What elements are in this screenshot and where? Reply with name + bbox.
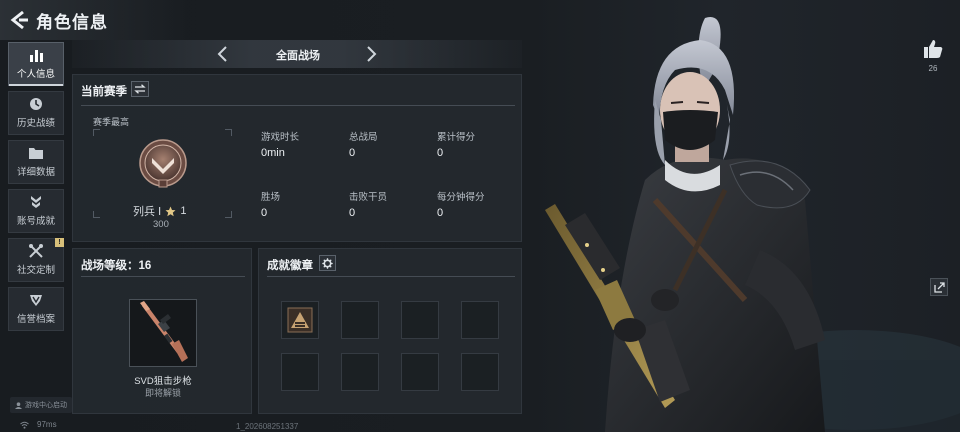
rank-label: 列兵 Ⅰ bbox=[133, 206, 162, 218]
battle-level-title: 战场等级：16 bbox=[81, 260, 152, 272]
stat-label: 累计得分 bbox=[437, 132, 476, 143]
sidebar-item-label: 历史战绩 bbox=[16, 118, 55, 129]
season-switch-button[interactable] bbox=[131, 81, 149, 97]
wifi-icon bbox=[20, 421, 29, 429]
notification-badge: ! bbox=[55, 238, 64, 247]
sidebar-item-detail-data[interactable]: 详细数据 bbox=[8, 140, 64, 184]
character-model[interactable] bbox=[525, 0, 960, 432]
sidebar-item-history[interactable]: 历史战绩 bbox=[8, 91, 64, 135]
ping-value: 97ms bbox=[37, 420, 57, 429]
folder-icon bbox=[29, 148, 43, 159]
share-button[interactable] bbox=[930, 278, 948, 296]
back-arrow-icon[interactable] bbox=[8, 9, 30, 31]
season-panel: 当前赛季 赛季最高 列兵 Ⅰ 1 300 游戏时长 0min 总战局 0 累计得… bbox=[72, 74, 522, 242]
season-best-label: 赛季最高 bbox=[93, 117, 130, 127]
swap-icon bbox=[134, 84, 146, 94]
launcher-tag: 游戏中心启动 bbox=[10, 397, 72, 413]
badge-slot[interactable] bbox=[461, 353, 499, 391]
stat-value: 0min bbox=[261, 147, 285, 159]
build-id: 1_202608251337 bbox=[236, 422, 299, 431]
season-title: 当前赛季 bbox=[81, 86, 127, 98]
frame-corner bbox=[93, 129, 100, 136]
mode-switcher: 全面战场 bbox=[72, 40, 522, 68]
badge-slot[interactable] bbox=[461, 301, 499, 339]
gear-icon bbox=[322, 257, 333, 269]
rank-badge-icon bbox=[287, 307, 313, 333]
chevron-right-icon[interactable] bbox=[362, 44, 380, 64]
mode-name: 全面战场 bbox=[276, 50, 320, 62]
medal-icon bbox=[31, 196, 41, 208]
badge-slot[interactable] bbox=[341, 301, 379, 339]
sidebar-item-label: 账号成就 bbox=[16, 216, 55, 227]
badge-slot[interactable] bbox=[401, 353, 439, 391]
user-icon bbox=[15, 401, 22, 409]
sidebar-item-social-custom[interactable]: 社交定制 ! bbox=[8, 238, 64, 282]
frame-corner bbox=[225, 129, 232, 136]
rank-name: 列兵 Ⅰ 1 bbox=[133, 203, 186, 219]
sidebar-item-personal-info[interactable]: 个人信息 bbox=[8, 42, 64, 86]
badge-slot[interactable] bbox=[281, 353, 319, 391]
battle-level-panel: 战场等级：16 SVD狙击步枪 即将解锁 bbox=[72, 248, 252, 414]
stat-label: 每分钟得分 bbox=[437, 192, 485, 203]
tools-icon bbox=[29, 244, 43, 258]
divider bbox=[81, 276, 245, 277]
achievement-badges-panel: 成就徽章 bbox=[258, 248, 522, 414]
sidebar-item-label: 个人信息 bbox=[16, 69, 55, 80]
share-icon bbox=[933, 281, 945, 293]
stat-label: 击败干员 bbox=[349, 192, 388, 203]
sidebar-item-account-achievements[interactable]: 账号成就 bbox=[8, 189, 64, 233]
weapon-reward-slot[interactable] bbox=[129, 299, 197, 367]
weapon-status: 即将解锁 bbox=[144, 388, 181, 398]
sidebar-item-label: 社交定制 bbox=[16, 265, 55, 276]
stat-label: 总战局 bbox=[349, 132, 378, 143]
stat-value: 0 bbox=[437, 147, 444, 159]
divider bbox=[267, 276, 515, 277]
stat-label: 胜场 bbox=[261, 192, 281, 203]
divider bbox=[81, 105, 515, 106]
sniper-rifle-icon bbox=[140, 301, 188, 362]
stat-value: 0 bbox=[261, 207, 268, 219]
badge-slot[interactable] bbox=[281, 301, 319, 339]
page-title: 角色信息 bbox=[36, 13, 108, 32]
stat-label: 游戏时长 bbox=[261, 132, 300, 143]
like-count: 26 bbox=[928, 64, 938, 73]
launcher-tag-label: 游戏中心启动 bbox=[25, 402, 67, 409]
clock-icon bbox=[30, 98, 42, 110]
shield-icon bbox=[30, 295, 42, 306]
badge-slot[interactable] bbox=[341, 353, 379, 391]
network-status: 97ms bbox=[20, 420, 57, 429]
thumbs-up-icon[interactable] bbox=[922, 38, 944, 60]
sidebar-item-label: 信誉档案 bbox=[16, 314, 55, 325]
bar-chart-icon bbox=[30, 50, 43, 62]
stat-value: 0 bbox=[349, 207, 356, 219]
rank-emblem-icon bbox=[139, 139, 187, 188]
sidebar-item-reputation[interactable]: 信誉档案 bbox=[8, 287, 64, 331]
chevron-left-icon[interactable] bbox=[214, 44, 232, 64]
badge-settings-button[interactable] bbox=[319, 255, 336, 271]
stat-value: 0 bbox=[437, 207, 444, 219]
sidebar-item-label: 详细数据 bbox=[16, 167, 55, 178]
frame-corner bbox=[225, 211, 232, 218]
rank-score: 300 bbox=[153, 219, 169, 230]
weapon-name: SVD狙击步枪 bbox=[134, 376, 192, 387]
frame-corner bbox=[93, 211, 100, 218]
achievements-title: 成就徽章 bbox=[267, 260, 313, 272]
star-icon bbox=[165, 206, 176, 216]
badge-slot[interactable] bbox=[401, 301, 439, 339]
star-count: 1 bbox=[180, 205, 187, 217]
stat-value: 0 bbox=[349, 147, 356, 159]
